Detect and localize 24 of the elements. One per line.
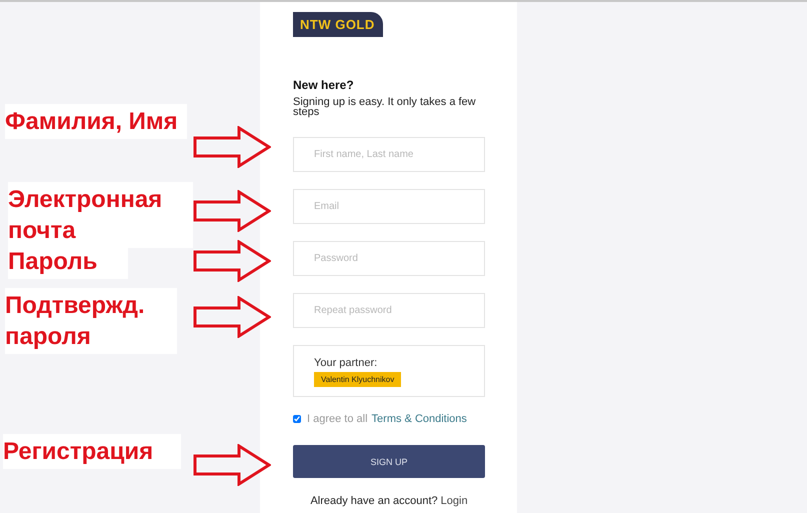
annotation-label: Фамилия, Имя — [5, 104, 187, 139]
input-field[interactable]: Repeat password — [293, 293, 485, 328]
partner-label: Your partner: — [314, 357, 378, 369]
agree-checkbox[interactable] — [293, 415, 301, 423]
subheading: Signing up is easy. It only takes a few steps — [293, 97, 477, 117]
arrow-icon — [193, 444, 271, 486]
heading: New here? — [293, 78, 355, 92]
input-field[interactable]: First name, Last name — [293, 137, 485, 172]
arrow-icon — [193, 296, 271, 338]
annotation-label: Электронная почта — [8, 182, 193, 248]
annotation-label: Подтвержд. пароля — [5, 288, 177, 354]
agree-text: I agree to all — [307, 413, 368, 425]
arrow-icon — [193, 190, 271, 232]
login-prompt: Already have an account? — [310, 495, 438, 507]
arrow-icon — [193, 126, 271, 168]
input-field[interactable]: Password — [293, 241, 485, 276]
logo: NTW GOLD — [293, 12, 383, 37]
terms-link[interactable]: Terms & Conditions — [372, 413, 467, 425]
input-field[interactable]: Email — [293, 189, 485, 224]
partner-badge: Valentin Klyuchnikov — [314, 372, 402, 387]
sign-up-button[interactable]: SIGN UP — [293, 445, 485, 478]
arrow-icon — [193, 240, 271, 282]
login-link[interactable]: Login — [440, 495, 468, 507]
annotation-label: Регистрация — [3, 434, 181, 469]
